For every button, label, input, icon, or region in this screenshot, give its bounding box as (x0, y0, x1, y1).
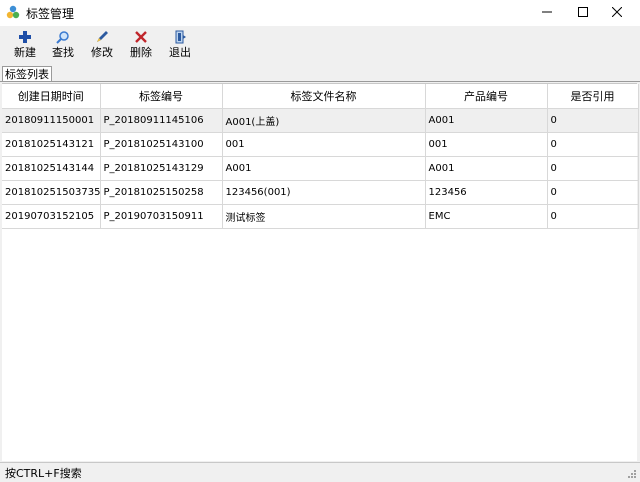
search-button[interactable]: 查找 (44, 26, 82, 64)
tab-divider (0, 81, 640, 82)
cell-label-id: P_20181025150258 (100, 180, 223, 205)
status-bar: 按CTRL+F搜索 (0, 462, 640, 481)
table-row[interactable]: 201810251503735 P_20181025150258 123456(… (2, 180, 639, 205)
cell-create-time: 20181025143144 (2, 156, 101, 181)
column-header-create-time[interactable]: 创建日期时间 (2, 84, 101, 109)
close-button[interactable] (594, 0, 640, 26)
cell-create-time: 20190703152105 (2, 204, 101, 229)
exit-button[interactable]: 退出 (161, 26, 199, 64)
cell-label-id: P_20180911145106 (100, 108, 223, 133)
table-row[interactable]: 20181025143144 P_20181025143129 A001 A00… (2, 156, 639, 181)
table-row[interactable]: 20181025143121 P_20181025143100 001 001 … (2, 132, 639, 157)
delete-button[interactable]: 删除 (122, 26, 160, 64)
cell-referenced: 0 (547, 132, 639, 157)
table-row[interactable]: 20190703152105 P_20190703150911 测试标签 EMC… (2, 204, 639, 229)
app-logo-icon (6, 5, 20, 19)
cell-label-id: P_20181025143129 (100, 156, 223, 181)
window-title: 标签管理 (26, 7, 75, 21)
cell-product-id: 123456 (425, 180, 548, 205)
cell-product-id: A001 (425, 156, 548, 181)
cell-referenced: 0 (547, 204, 639, 229)
minimize-icon (542, 6, 552, 20)
status-text: 按CTRL+F搜索 (5, 467, 82, 480)
new-button[interactable]: 新建 (6, 26, 44, 64)
cell-create-time: 201810251503735 (2, 180, 101, 205)
cell-create-time: 20180911150001 (2, 108, 101, 133)
cell-label-id: P_20181025143100 (100, 132, 223, 157)
table-row[interactable]: 20180911150001 P_20180911145106 A001(上盖)… (2, 108, 639, 133)
magnifier-icon (44, 28, 82, 46)
title-bar: 标签管理 (0, 0, 640, 26)
edit-button[interactable]: 修改 (83, 26, 121, 64)
label-table: 创建日期时间 标签编号 标签文件名称 产品编号 是否引用 20180911150… (2, 84, 639, 229)
edit-button-label: 修改 (91, 46, 113, 59)
pen-icon (83, 28, 121, 46)
search-button-label: 查找 (52, 46, 74, 59)
delete-button-label: 删除 (130, 46, 152, 59)
label-table-container[interactable]: 创建日期时间 标签编号 标签文件名称 产品编号 是否引用 20180911150… (2, 83, 639, 461)
cell-label-id: P_20190703150911 (100, 204, 223, 229)
cell-referenced: 0 (547, 180, 639, 205)
column-header-product-id[interactable]: 产品编号 (425, 84, 548, 109)
new-button-label: 新建 (14, 46, 36, 59)
close-icon (611, 6, 623, 20)
tab-label-list[interactable]: 标签列表 (2, 66, 52, 82)
cell-file-name: 测试标签 (222, 204, 426, 229)
column-header-file-name[interactable]: 标签文件名称 (222, 84, 426, 109)
cell-referenced: 0 (547, 156, 639, 181)
cell-file-name: A001(上盖) (222, 108, 426, 133)
cell-file-name: 123456(001) (222, 180, 426, 205)
table-header-row: 创建日期时间 标签编号 标签文件名称 产品编号 是否引用 (2, 84, 639, 109)
cell-product-id: 001 (425, 132, 548, 157)
toolbar: 新建 查找 修改 删除 退出 (0, 26, 640, 64)
plus-icon (6, 28, 44, 46)
maximize-icon (578, 6, 588, 20)
column-header-label-id[interactable]: 标签编号 (100, 84, 223, 109)
x-icon (122, 28, 160, 46)
cell-product-id: A001 (425, 108, 548, 133)
cell-referenced: 0 (547, 108, 639, 133)
column-header-referenced[interactable]: 是否引用 (547, 84, 639, 109)
cell-product-id: EMC (425, 204, 548, 229)
cell-file-name: A001 (222, 156, 426, 181)
cell-file-name: 001 (222, 132, 426, 157)
exit-button-label: 退出 (169, 46, 191, 59)
door-exit-icon (161, 28, 199, 46)
resize-grip-icon[interactable] (627, 468, 637, 478)
cell-create-time: 20181025143121 (2, 132, 101, 157)
